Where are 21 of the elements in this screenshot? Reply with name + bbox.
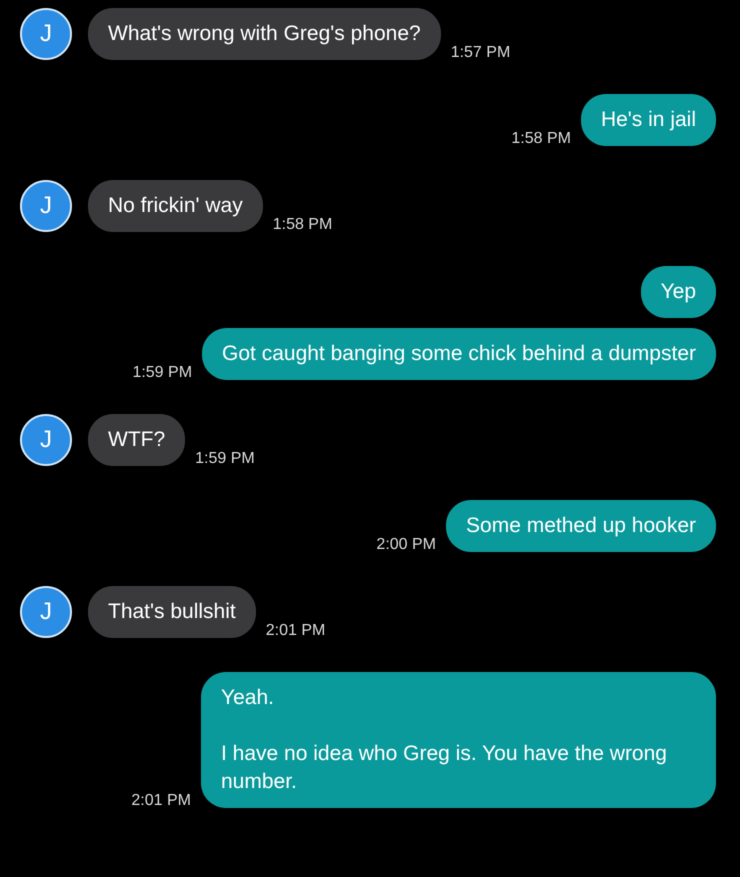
message-time: 1:58 PM [272, 216, 332, 234]
message-bubble: Yeah. I have no idea who Greg is. You have the wrong number. [201, 672, 716, 808]
message-bubble: WTF? [88, 414, 186, 466]
message-bubble: Got caught banging some chick behind a dumpster [202, 328, 716, 380]
message-bubble: Yep [640, 266, 716, 318]
message-time: 1:59 PM [132, 364, 192, 382]
message-bubble: That's bullshit [88, 586, 256, 638]
avatar: J [20, 180, 72, 232]
message-time: 1:59 PM [195, 450, 255, 468]
avatar: J [20, 8, 72, 60]
avatar: J [20, 586, 72, 638]
message-bubble: No frickin' way [88, 180, 263, 232]
message-time: 2:01 PM [131, 792, 191, 810]
message-bubble: He's in jail [580, 94, 716, 146]
message-bubble: What's wrong with Greg's phone? [88, 8, 441, 60]
avatar: J [20, 414, 72, 466]
message-time: 1:57 PM [450, 44, 510, 62]
message-bubble: Some methed up hooker [446, 500, 716, 552]
message-time: 2:00 PM [376, 536, 436, 554]
message-time: 1:58 PM [511, 130, 571, 148]
message-time: 2:01 PM [266, 622, 326, 640]
